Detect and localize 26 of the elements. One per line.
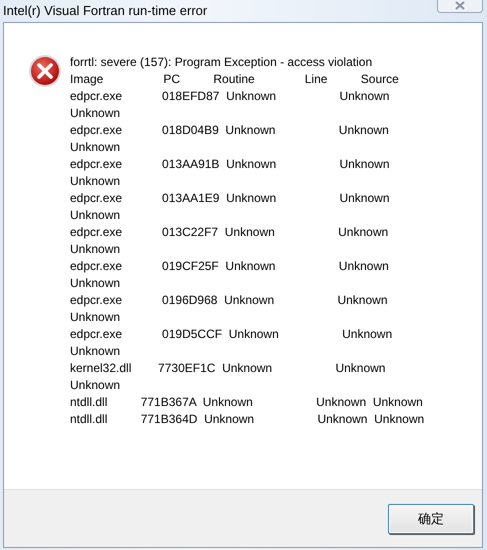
trace-line: edpcr.exe 013AA1E9 Unknown Unknown [70, 190, 390, 207]
error-icon [28, 54, 62, 88]
close-icon[interactable] [437, 0, 483, 13]
window-title: Intel(r) Visual Fortran run-time error [3, 3, 208, 18]
trace-line: edpcr.exe 019CF25F Unknown Unknown [70, 258, 390, 275]
trace-line: edpcr.exe 013AA91B Unknown Unknown [70, 156, 390, 173]
trace-line: ntdll.dll 771B364D Unknown Unknown Unknown [70, 411, 424, 428]
trace-line: Unknown [70, 139, 122, 156]
trace-line: Image PC Routine Line Source [70, 71, 400, 88]
trace-line: edpcr.exe 013C22F7 Unknown Unknown [70, 224, 390, 241]
ok-button[interactable]: 确定 [388, 504, 474, 534]
trace-line: Unknown [70, 309, 122, 326]
trace-line: Unknown [70, 377, 122, 394]
trace-line: Unknown [70, 343, 122, 360]
trace-line: Unknown [70, 241, 122, 258]
trace-line: Unknown [70, 275, 122, 292]
trace-line: Unknown [70, 207, 122, 224]
trace-line: kernel32.dll 7730EF1C Unknown Unknown [70, 360, 386, 377]
error-message: forrtl: severe (157): Program Exception - access violation [70, 54, 374, 71]
trace-line: edpcr.exe 018EFD87 Unknown Unknown [70, 88, 390, 105]
trace-line: edpcr.exe 018D04B9 Unknown Unknown [70, 122, 390, 139]
trace-line: edpcr.exe 019D5CCF Unknown Unknown [70, 326, 394, 343]
trace-line: ntdll.dll 771B367A Unknown Unknown Unknown [70, 394, 424, 411]
trace-line: Unknown [70, 105, 122, 122]
trace-line: Unknown [70, 173, 122, 190]
trace-line: edpcr.exe 0196D968 Unknown Unknown [70, 292, 388, 309]
